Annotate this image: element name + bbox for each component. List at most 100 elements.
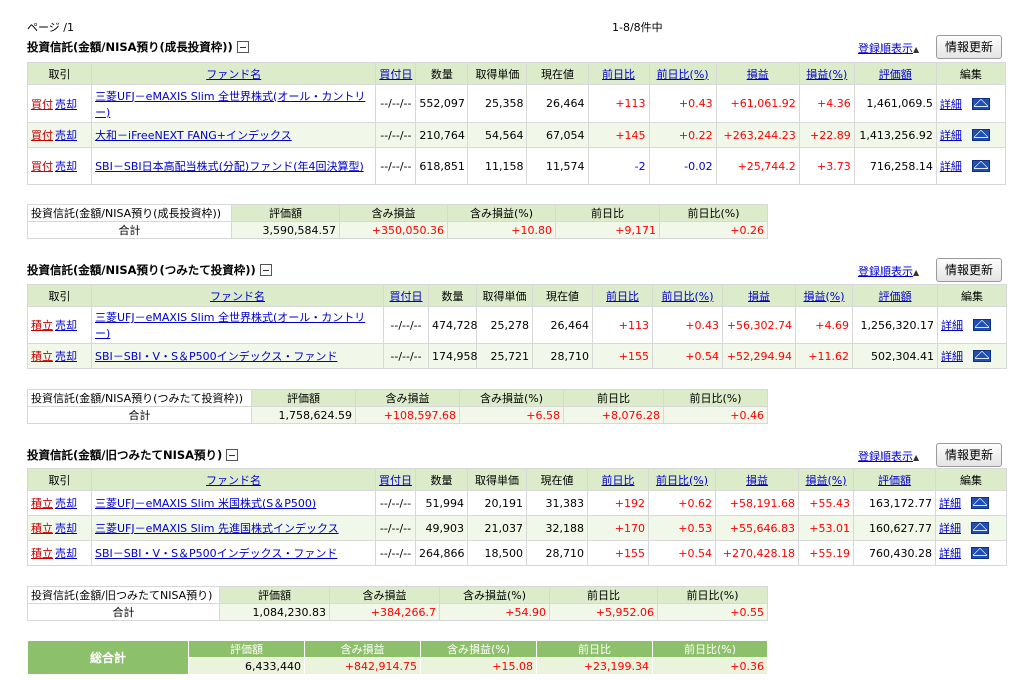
cost-price: 25,278: [476, 306, 533, 344]
detail-link[interactable]: 詳細: [939, 497, 961, 510]
buy-link[interactable]: 買付: [31, 160, 53, 173]
fund-name-link[interactable]: SBI－SBI日本高配当株式(分配)ファンド(年4回決算型): [95, 160, 364, 173]
current-price: 28,710: [526, 540, 588, 566]
col-header-date: 買付日: [375, 468, 416, 491]
col-header-pl: 損益: [715, 62, 800, 85]
sort-pl-link[interactable]: 損益: [746, 474, 768, 487]
col-header-date: 買付日: [375, 62, 417, 85]
purchase-date: --/--/--: [383, 306, 429, 344]
fund-name-link[interactable]: 大和－iFreeNEXT FANG+インデックス: [95, 129, 292, 142]
section-title-old-tsumitate: 投資信託(金額/旧つみたてNISA預り): [27, 447, 239, 463]
sell-link[interactable]: 売却: [55, 350, 77, 363]
sort-pl-link[interactable]: 損益: [748, 290, 770, 303]
collapse-toggle-icon[interactable]: [236, 41, 249, 53]
sort-pl-pct-link[interactable]: 損益(%): [806, 68, 847, 81]
grand-header-gain-pct: 含み損益(%): [420, 640, 537, 658]
sort-link[interactable]: 登録順表示: [858, 265, 913, 278]
sort-date-link[interactable]: 買付日: [379, 68, 412, 81]
fund-name-link[interactable]: 三菱UFJ－eMAXIS Slim 全世界株式(オール・カントリー): [95, 90, 365, 119]
sort-change-pct-link[interactable]: 前日比(%): [661, 290, 713, 303]
detail-link[interactable]: 詳細: [940, 98, 962, 111]
mail-icon[interactable]: [971, 497, 989, 509]
sort-control[interactable]: 登録順表示▲: [858, 263, 919, 279]
sell-link[interactable]: 売却: [55, 98, 77, 111]
collapse-toggle-icon[interactable]: [226, 449, 239, 461]
sort-pl-link[interactable]: 損益: [747, 68, 769, 81]
mail-icon[interactable]: [973, 319, 991, 331]
sort-pl-pct-link[interactable]: 損益(%): [803, 290, 844, 303]
col-header-change: 前日比: [587, 468, 649, 491]
sort-control[interactable]: 登録順表示▲: [858, 40, 919, 56]
buy-link[interactable]: 積立: [31, 497, 53, 510]
profit-loss: +263,244.23: [715, 122, 800, 148]
mail-icon[interactable]: [971, 547, 989, 559]
refresh-button[interactable]: 情報更新: [936, 258, 1003, 282]
sort-link[interactable]: 登録順表示: [858, 450, 913, 463]
mail-icon[interactable]: [971, 129, 990, 141]
sort-change-link[interactable]: 前日比: [602, 68, 635, 81]
refresh-button[interactable]: 情報更新: [936, 35, 1003, 59]
sort-link[interactable]: 登録順表示: [858, 42, 913, 55]
current-price: 67,054: [526, 122, 589, 148]
sort-asc-icon: ▲: [913, 268, 920, 277]
fund-name-link[interactable]: 三菱UFJ－eMAXIS Slim 全世界株式(オール・カントリー): [95, 311, 365, 340]
fund-name-link[interactable]: 三菱UFJ－eMAXIS Slim 先進国株式インデックス: [95, 522, 339, 535]
sell-link[interactable]: 売却: [55, 160, 77, 173]
fund-name-link[interactable]: SBI－SBI・V・S＆P500インデックス・ファンド: [95, 350, 337, 363]
mail-icon[interactable]: [971, 522, 989, 534]
sort-pl-pct-link[interactable]: 損益(%): [805, 474, 846, 487]
detail-link[interactable]: 詳細: [940, 129, 962, 142]
sell-link[interactable]: 売却: [55, 522, 77, 535]
grand-value: 6,433,440: [188, 657, 305, 675]
summary-gain: +350,050.36: [339, 221, 448, 239]
day-change: +170: [587, 515, 649, 541]
buy-link[interactable]: 積立: [31, 522, 53, 535]
buy-link[interactable]: 買付: [31, 129, 53, 142]
holdings-table-old-tsumitate: 取引 ファンド名 買付日 数量 取得単価 現在値 前日比 前日比(%) 損益 損…: [27, 468, 1007, 566]
sort-change-pct-link[interactable]: 前日比(%): [657, 68, 709, 81]
sell-link[interactable]: 売却: [55, 497, 77, 510]
sort-date-link[interactable]: 買付日: [379, 474, 412, 487]
sort-fund-link[interactable]: ファンド名: [206, 68, 261, 81]
mail-icon[interactable]: [971, 160, 990, 172]
col-header-qty: 数量: [428, 284, 477, 307]
detail-link[interactable]: 詳細: [939, 522, 961, 535]
sort-change-link[interactable]: 前日比: [602, 474, 635, 487]
refresh-button[interactable]: 情報更新: [936, 443, 1003, 467]
holdings-table-growth: 取引 ファンド名 買付日 数量 取得単価 現在値 前日比 前日比(%) 損益 損…: [26, 62, 1007, 185]
summary-header-value: 評価額: [251, 389, 356, 407]
buy-link[interactable]: 積立: [31, 319, 53, 332]
sort-change-link[interactable]: 前日比: [606, 290, 639, 303]
fund-name-link[interactable]: SBI－SBI・V・S＆P500インデックス・ファンド: [95, 547, 337, 560]
sort-value-link[interactable]: 評価額: [879, 68, 912, 81]
detail-link[interactable]: 詳細: [940, 160, 962, 173]
sell-link[interactable]: 売却: [55, 129, 77, 142]
mail-icon[interactable]: [971, 97, 990, 110]
sort-value-link[interactable]: 評価額: [878, 474, 911, 487]
summary-header-gain-pct: 含み損益(%): [439, 586, 550, 604]
detail-link[interactable]: 詳細: [941, 319, 963, 332]
col-header-fund: ファンド名: [91, 284, 384, 307]
buy-link[interactable]: 積立: [31, 350, 53, 363]
col-header-pl-pct: 損益(%): [798, 62, 855, 85]
sell-link[interactable]: 売却: [55, 319, 77, 332]
day-change: +113: [587, 84, 650, 123]
detail-link[interactable]: 詳細: [941, 350, 963, 363]
sell-link[interactable]: 売却: [55, 547, 77, 560]
profit-loss: +61,061.92: [715, 84, 800, 123]
sort-control[interactable]: 登録順表示▲: [858, 448, 919, 464]
sort-value-link[interactable]: 評価額: [879, 290, 912, 303]
sort-change-pct-link[interactable]: 前日比(%): [656, 474, 708, 487]
day-change-pct: +0.54: [652, 343, 723, 369]
buy-link[interactable]: 買付: [31, 98, 53, 111]
sort-fund-link[interactable]: ファンド名: [206, 474, 261, 487]
collapse-toggle-icon[interactable]: [259, 264, 272, 276]
profit-loss-pct: +53.01: [798, 515, 854, 541]
detail-link[interactable]: 詳細: [939, 547, 961, 560]
mail-icon[interactable]: [973, 350, 991, 362]
sort-fund-link[interactable]: ファンド名: [210, 290, 265, 303]
buy-link[interactable]: 積立: [31, 547, 53, 560]
sort-date-link[interactable]: 買付日: [390, 290, 423, 303]
purchase-date: --/--/--: [375, 540, 416, 566]
fund-name-link[interactable]: 三菱UFJ－eMAXIS Slim 米国株式(S＆P500): [95, 497, 316, 510]
